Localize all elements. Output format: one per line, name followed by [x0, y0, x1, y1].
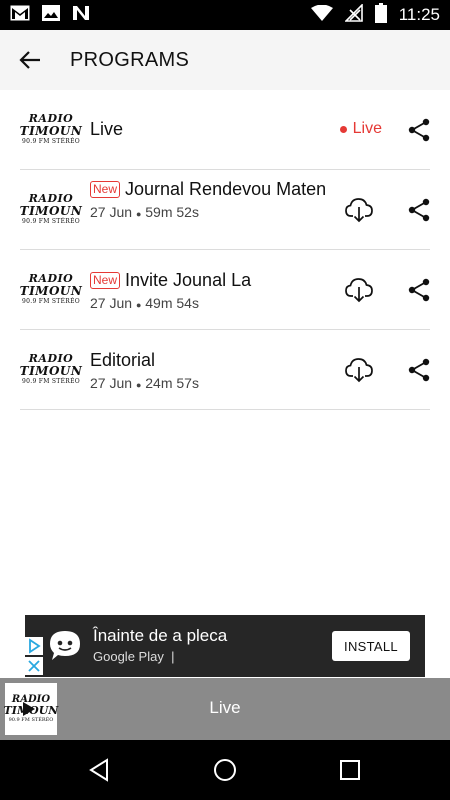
- radio-timoun-logo: RADIO TIMOUN 90.9 FM STÉRÉO: [19, 272, 83, 306]
- mini-player[interactable]: RADIO TIMOUN 90.9 FM STÉRÉO Live: [0, 678, 450, 740]
- live-status: Live: [339, 120, 382, 138]
- share-icon: [408, 118, 430, 142]
- share-button[interactable]: [408, 198, 430, 222]
- nav-back-icon: [89, 758, 108, 782]
- ad-banner[interactable]: Înainte de a pleca Google Play | INSTALL: [25, 615, 425, 677]
- app-bar: PROGRAMS: [0, 30, 450, 90]
- program-date: 27 Jun: [90, 204, 133, 220]
- nav-recents-icon: [340, 760, 360, 780]
- program-date: 27 Jun: [90, 294, 133, 311]
- program-duration: 59m 52s: [145, 204, 199, 220]
- install-button[interactable]: INSTALL: [332, 631, 410, 661]
- program-row[interactable]: RADIO TIMOUN 90.9 FM STÉRÉO Editorial 27…: [20, 330, 430, 410]
- page-title: PROGRAMS: [70, 48, 190, 71]
- program-meta: 27 Jun ● 49m 54s: [90, 295, 340, 311]
- program-title: Editorial: [90, 349, 156, 370]
- program-meta: 27 Jun ● 24m 57s: [90, 375, 340, 391]
- program-duration: 49m 54s: [145, 294, 199, 311]
- share-icon: [408, 198, 430, 222]
- gmail-icon: [10, 5, 30, 26]
- share-icon: [408, 358, 430, 382]
- cloud-download-icon: [345, 278, 373, 303]
- nav-back-button[interactable]: [87, 757, 113, 783]
- program-title: Live: [90, 119, 124, 139]
- adchoices-icon[interactable]: [25, 637, 43, 655]
- cloud-download-icon: [345, 198, 373, 223]
- ad-close-icon[interactable]: [25, 657, 43, 675]
- program-date: 27 Jun: [90, 374, 133, 391]
- share-button[interactable]: [408, 118, 430, 142]
- new-badge: New: [90, 181, 121, 198]
- share-icon: [408, 278, 430, 302]
- radio-timoun-logo: RADIO TIMOUN 90.9 FM STÉRÉO: [19, 352, 83, 386]
- chat-bubble-icon: [47, 628, 83, 664]
- new-badge: New: [90, 271, 121, 289]
- share-button[interactable]: [408, 278, 430, 302]
- program-title: Invite Jounal La: [125, 269, 252, 290]
- ad-title: Înainte de a pleca: [93, 626, 228, 645]
- nav-home-button[interactable]: [212, 757, 238, 783]
- battery-icon: [374, 2, 387, 28]
- status-time: 11:25: [398, 5, 440, 24]
- meta-separator: ●: [135, 299, 142, 310]
- navigation-bar: [0, 740, 450, 800]
- nav-home-icon: [214, 759, 236, 781]
- radio-timoun-logo: RADIO TIMOUN 90.9 FM STÉRÉO: [19, 192, 83, 226]
- radio-timoun-logo: RADIO TIMOUN 90.9 FM STÉRÉO: [19, 112, 83, 146]
- meta-separator: ●: [135, 379, 142, 390]
- n-app-icon: [72, 5, 90, 26]
- program-row-live[interactable]: RADIO TIMOUN 90.9 FM STÉRÉO Live Live: [20, 90, 430, 170]
- download-button[interactable]: [345, 277, 373, 303]
- program-duration: 24m 57s: [145, 374, 199, 391]
- ad-subtitle: Google Play |: [93, 649, 175, 664]
- download-button[interactable]: [345, 357, 373, 383]
- program-meta: 27 Jun ● 59m 52s: [90, 204, 340, 220]
- nav-recents-button[interactable]: [337, 757, 363, 783]
- back-button[interactable]: [0, 30, 60, 90]
- program-row[interactable]: RADIO TIMOUN 90.9 FM STÉRÉO New Invite J…: [20, 250, 430, 330]
- live-dot-icon: [339, 125, 347, 133]
- no-signal-icon: [343, 2, 363, 27]
- status-bar: 11:25: [0, 0, 450, 30]
- screen: 11:25 PROGRAMS RADIO TIMOUN 90.9 FM STÉR…: [0, 0, 450, 800]
- program-list: RADIO TIMOUN 90.9 FM STÉRÉO Live Live RA…: [20, 90, 430, 410]
- meta-separator: ●: [135, 209, 142, 219]
- live-status-label: Live: [352, 120, 382, 137]
- share-button[interactable]: [408, 358, 430, 382]
- wifi-icon: [310, 4, 333, 26]
- cloud-download-icon: [345, 358, 373, 383]
- download-button[interactable]: [345, 197, 373, 223]
- program-row[interactable]: RADIO TIMOUN 90.9 FM STÉRÉO New Journal …: [20, 170, 430, 250]
- mini-player-title: Live: [209, 698, 241, 717]
- program-title: Journal Rendevou Maten: [125, 179, 327, 199]
- image-icon: [42, 4, 60, 26]
- arrow-left-icon: [19, 51, 40, 69]
